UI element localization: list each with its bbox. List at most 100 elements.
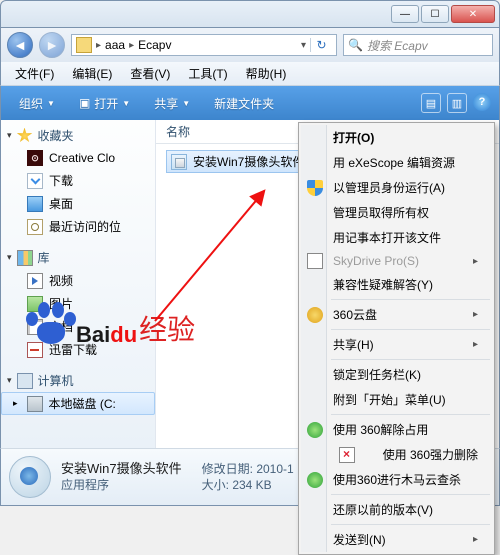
chevron-down-icon: ▼ xyxy=(182,99,190,108)
chevron-down-icon: ▼ xyxy=(47,99,55,108)
ctx-360-trojan-scan[interactable]: 使用360进行木马云查杀 xyxy=(301,467,492,492)
breadcrumb-sep-icon: ▸ xyxy=(129,40,134,51)
exe-icon xyxy=(171,154,187,170)
menu-separator xyxy=(331,359,490,360)
history-drop-icon[interactable]: ▾ xyxy=(301,40,306,51)
ctx-run-as-admin[interactable]: 以管理员身份运行(A) xyxy=(301,175,492,200)
star-icon xyxy=(17,128,33,144)
details-name: 安装Win7摄像头软件 xyxy=(61,461,182,477)
collapse-icon: ▾ xyxy=(7,375,12,386)
nav-recent[interactable]: 最近访问的位 xyxy=(1,215,155,238)
breadcrumb-seg-2[interactable]: Ecapv xyxy=(138,38,171,52)
details-modified-value: 2010-1 xyxy=(256,462,293,476)
nav-videos[interactable]: 视频 xyxy=(1,269,155,292)
submenu-arrow-icon: ▸ xyxy=(473,339,478,350)
ctx-open-notepad[interactable]: 用记事本打开该文件 xyxy=(301,225,492,250)
ctx-exescope[interactable]: 用 eXeScope 编辑资源 xyxy=(301,150,492,175)
share-button[interactable]: 共享▼ xyxy=(144,91,200,116)
chevron-down-icon: ▼ xyxy=(122,99,130,108)
collapse-icon: ▾ xyxy=(7,130,12,141)
computer-icon xyxy=(17,373,33,389)
skydrive-icon xyxy=(307,253,323,269)
nav-favorites[interactable]: ▾收藏夹 xyxy=(1,124,155,147)
creative-cloud-icon: ⊙ xyxy=(27,150,43,166)
shield-icon xyxy=(307,180,323,196)
navigation-pane: ▾收藏夹 ⊙Creative Clo 下载 桌面 最近访问的位 ▾库 视频 图片… xyxy=(1,120,156,448)
menu-view[interactable]: 查看(V) xyxy=(122,62,178,85)
submenu-arrow-icon: ▸ xyxy=(473,256,478,267)
menu-separator xyxy=(331,329,490,330)
ctx-360-delete[interactable]: 使用 360强力删除 xyxy=(301,442,492,467)
desktop-icon xyxy=(27,196,43,212)
details-type: 应用程序 xyxy=(61,477,182,493)
nav-forward-button[interactable]: ► xyxy=(39,32,65,58)
search-icon: 🔍 xyxy=(348,38,363,52)
collapse-icon: ▾ xyxy=(7,252,12,263)
organize-button[interactable]: 组织▼ xyxy=(9,91,65,116)
new-folder-button[interactable]: 新建文件夹 xyxy=(204,91,284,116)
ctx-360-unlock[interactable]: 使用 360解除占用 xyxy=(301,417,492,442)
view-options-button[interactable]: ▤ xyxy=(421,93,441,113)
recent-icon xyxy=(27,219,43,235)
ctx-open[interactable]: 打开(O) xyxy=(301,125,492,150)
help-icon[interactable]: ? xyxy=(473,93,491,111)
ctx-pin-startmenu[interactable]: 附到「开始」菜单(U) xyxy=(301,387,492,412)
minimize-button[interactable]: — xyxy=(391,5,419,23)
title-bar: — ☐ ✕ xyxy=(0,0,500,28)
menu-file[interactable]: 文件(F) xyxy=(7,62,62,85)
file-type-icon xyxy=(9,456,51,498)
menu-separator xyxy=(331,414,490,415)
nav-computer[interactable]: ▾计算机 xyxy=(1,369,155,392)
nav-local-disk-c[interactable]: ▸本地磁盘 (C: xyxy=(1,392,155,415)
ctx-pin-taskbar[interactable]: 锁定到任务栏(K) xyxy=(301,362,492,387)
nav-downloads[interactable]: 下载 xyxy=(1,169,155,192)
library-icon xyxy=(17,250,33,266)
ctx-take-ownership[interactable]: 管理员取得所有权 xyxy=(301,200,492,225)
nav-libraries[interactable]: ▾库 xyxy=(1,246,155,269)
refresh-icon[interactable]: ↻ xyxy=(310,38,332,52)
download-icon xyxy=(27,173,43,189)
folder-icon xyxy=(76,37,92,53)
nav-back-button[interactable]: ◄ xyxy=(7,32,33,58)
ctx-compat-troubleshoot[interactable]: 兼容性疑难解答(Y) xyxy=(301,272,492,297)
breadcrumb-sep-icon: ▸ xyxy=(96,40,101,51)
ctx-send-to[interactable]: 发送到(N)▸ xyxy=(301,527,492,552)
360-delete-icon xyxy=(339,447,355,463)
details-size-label: 大小: xyxy=(202,478,229,492)
menu-separator xyxy=(331,494,490,495)
360-icon xyxy=(307,422,323,438)
details-modified-label: 修改日期: xyxy=(202,462,253,476)
context-menu: 打开(O) 用 eXeScope 编辑资源 以管理员身份运行(A) 管理员取得所… xyxy=(298,122,495,555)
open-button[interactable]: ▣ 打开▼ xyxy=(69,91,140,116)
search-placeholder: 搜索 Ecapv xyxy=(367,37,428,54)
file-name: 安装Win7摄像头软件 xyxy=(193,153,304,170)
expand-icon: ▸ xyxy=(13,398,18,409)
menu-edit[interactable]: 编辑(E) xyxy=(64,62,120,85)
ctx-restore-previous[interactable]: 还原以前的版本(V) xyxy=(301,497,492,522)
command-bar: 组织▼ ▣ 打开▼ 共享▼ 新建文件夹 ▤ ▥ ? xyxy=(0,86,500,120)
nav-desktop[interactable]: 桌面 xyxy=(1,192,155,215)
ctx-skydrive[interactable]: SkyDrive Pro(S)▸ xyxy=(301,250,492,272)
breadcrumb-seg-1[interactable]: aaa xyxy=(105,38,125,52)
menu-separator xyxy=(331,299,490,300)
baidu-watermark: Baidu 经验 xyxy=(22,300,195,348)
ctx-360-cloud[interactable]: 360云盘▸ xyxy=(301,302,492,327)
disk-icon xyxy=(27,396,43,412)
address-bar: ◄ ► ▸ aaa ▸ Ecapv ▾ ↻ 🔍 搜索 Ecapv xyxy=(0,28,500,62)
maximize-button[interactable]: ☐ xyxy=(421,5,449,23)
address-box[interactable]: ▸ aaa ▸ Ecapv ▾ ↻ xyxy=(71,34,337,56)
360-cloud-icon xyxy=(307,307,323,323)
preview-pane-button[interactable]: ▥ xyxy=(447,93,467,113)
menu-help[interactable]: 帮助(H) xyxy=(238,62,295,85)
baidu-paw-icon xyxy=(22,300,76,348)
video-icon xyxy=(27,273,43,289)
search-input[interactable]: 🔍 搜索 Ecapv xyxy=(343,34,493,56)
details-size-value: 234 KB xyxy=(232,478,271,492)
nav-creative-cloud[interactable]: ⊙Creative Clo xyxy=(1,147,155,169)
submenu-arrow-icon: ▸ xyxy=(473,534,478,545)
close-button[interactable]: ✕ xyxy=(451,5,495,23)
360-icon xyxy=(307,472,323,488)
submenu-arrow-icon: ▸ xyxy=(473,309,478,320)
menu-tools[interactable]: 工具(T) xyxy=(180,62,235,85)
ctx-share[interactable]: 共享(H)▸ xyxy=(301,332,492,357)
